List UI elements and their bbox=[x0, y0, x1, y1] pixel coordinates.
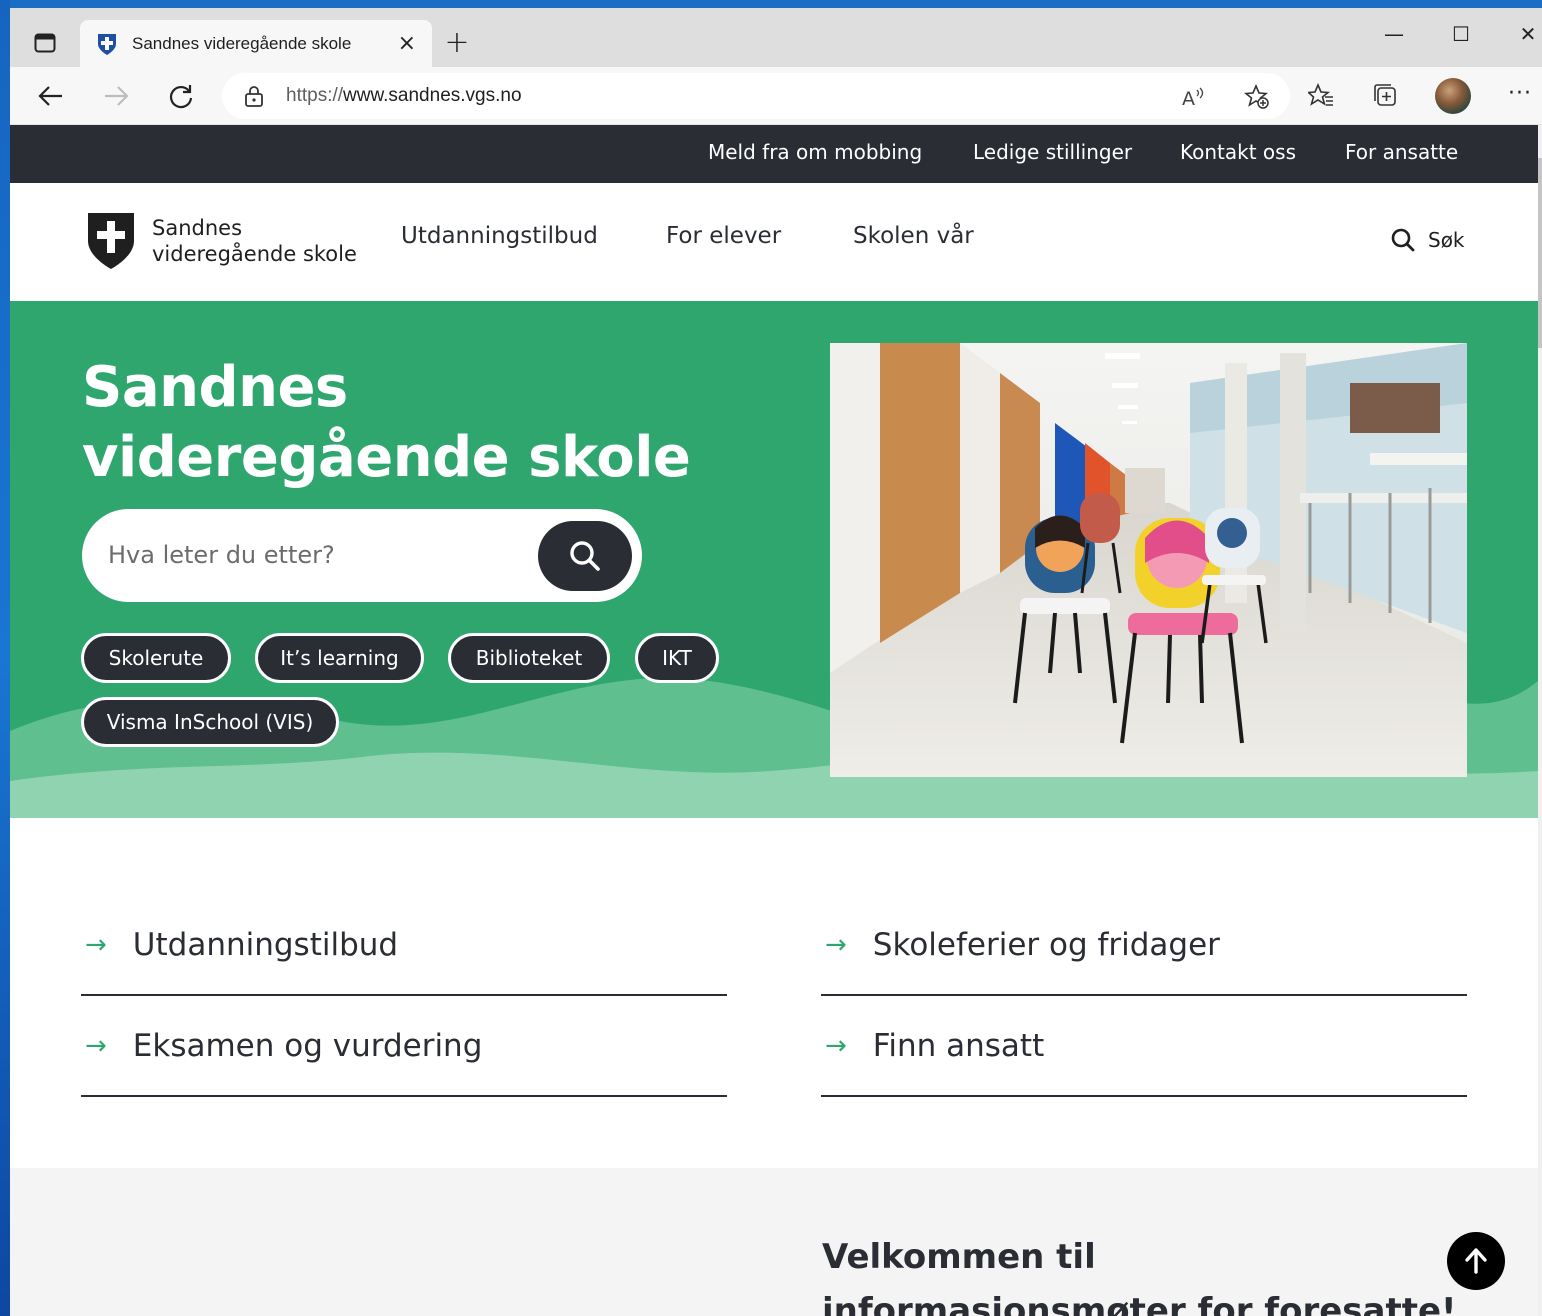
news-section: Velkommen til informasjonsmøter for fore… bbox=[10, 1168, 1538, 1316]
maximize-button[interactable]: ☐ bbox=[1441, 22, 1481, 52]
quick-link-label: Skoleferier og fridager bbox=[872, 926, 1220, 963]
arrow-up-icon bbox=[1465, 1248, 1487, 1274]
hero-section: Sandnes videregående skole Skolerute It’… bbox=[10, 301, 1538, 818]
nav-for-elever[interactable]: For elever bbox=[666, 223, 781, 249]
topbar-link-stillinger[interactable]: Ledige stillinger bbox=[973, 140, 1132, 164]
quick-link-eksamen[interactable]: → Eksamen og vurdering bbox=[81, 996, 727, 1097]
hero-photo-corridor bbox=[830, 343, 1467, 777]
hero-search-input[interactable] bbox=[108, 537, 528, 573]
tab-strip: Sandnes videregående skole × + — ☐ ✕ bbox=[10, 8, 1542, 67]
chip-biblioteket[interactable]: Biblioteket bbox=[448, 633, 610, 683]
quick-link-label: Finn ansatt bbox=[872, 1027, 1045, 1064]
topbar-link-ansatte[interactable]: For ansatte bbox=[1345, 140, 1458, 164]
school-shield-icon bbox=[98, 33, 116, 55]
nav-utdanningstilbud[interactable]: Utdanningstilbud bbox=[401, 223, 598, 249]
add-favorite-icon[interactable] bbox=[1244, 84, 1270, 110]
news-headline[interactable]: Velkommen til informasjonsmøter for fore… bbox=[822, 1230, 1462, 1316]
corridor-illustration bbox=[830, 343, 1467, 777]
logo-line-2: videregående skole bbox=[152, 242, 357, 266]
forward-icon[interactable] bbox=[97, 77, 135, 115]
tab-close-icon[interactable]: × bbox=[398, 31, 416, 56]
search-icon bbox=[1391, 228, 1415, 252]
nav-skolen-var[interactable]: Skolen vår bbox=[853, 223, 974, 249]
favorites-icon[interactable] bbox=[1308, 83, 1334, 109]
profile-avatar[interactable] bbox=[1435, 78, 1471, 114]
arrow-right-icon: → bbox=[825, 1030, 847, 1061]
topbar-link-mobbing[interactable]: Meld fra om mobbing bbox=[708, 140, 922, 164]
quick-link-skoleferier[interactable]: → Skoleferier og fridager bbox=[821, 895, 1467, 996]
chip-skolerute[interactable]: Skolerute bbox=[81, 633, 231, 683]
browser-toolbar: https://www.sandnes.vgs.no A ··· bbox=[10, 67, 1542, 125]
quick-link-label: Eksamen og vurdering bbox=[132, 1027, 483, 1064]
svg-text:A: A bbox=[1182, 88, 1195, 110]
search-label: Søk bbox=[1428, 228, 1465, 252]
minimize-button[interactable]: — bbox=[1374, 22, 1414, 52]
arrow-right-icon: → bbox=[825, 929, 847, 960]
header-search-button[interactable]: Søk bbox=[1390, 227, 1465, 253]
address-url[interactable]: https://www.sandnes.vgs.no bbox=[286, 85, 522, 107]
read-aloud-icon[interactable]: A bbox=[1180, 84, 1206, 110]
hero-search-button[interactable] bbox=[538, 521, 632, 591]
arrow-right-icon: → bbox=[85, 929, 107, 960]
more-options-icon[interactable]: ··· bbox=[1508, 81, 1532, 106]
school-logo-icon[interactable] bbox=[86, 211, 136, 271]
chip-visma-inschool[interactable]: Visma InSchool (VIS) bbox=[81, 697, 339, 747]
quick-link-finn-ansatt[interactable]: → Finn ansatt bbox=[821, 996, 1467, 1097]
close-window-button[interactable]: ✕ bbox=[1508, 22, 1542, 52]
utility-nav: Meld fra om mobbing Ledige stillinger Ko… bbox=[10, 125, 1538, 183]
topbar-link-kontakt[interactable]: Kontakt oss bbox=[1180, 140, 1296, 164]
chip-its-learning[interactable]: It’s learning bbox=[255, 633, 424, 683]
browser-tab-active[interactable]: Sandnes videregående skole × bbox=[80, 20, 432, 67]
chip-ikt[interactable]: IKT bbox=[635, 633, 719, 683]
refresh-icon[interactable] bbox=[162, 77, 200, 115]
hero-search-box bbox=[82, 509, 642, 602]
tab-actions-icon[interactable] bbox=[30, 28, 60, 58]
address-bar[interactable]: https://www.sandnes.vgs.no A bbox=[222, 73, 1290, 119]
school-logo-text[interactable]: Sandnes videregående skole bbox=[152, 215, 357, 267]
quick-links-section: → Utdanningstilbud → Skoleferier og frid… bbox=[10, 818, 1538, 1168]
back-icon[interactable] bbox=[32, 77, 70, 115]
new-tab-button[interactable]: + bbox=[442, 28, 472, 58]
logo-line-1: Sandnes bbox=[152, 216, 243, 240]
browser-window: Sandnes videregående skole × + — ☐ ✕ htt… bbox=[10, 8, 1542, 1316]
hero-title: Sandnes videregående skole bbox=[82, 355, 691, 490]
tab-title: Sandnes videregående skole bbox=[132, 33, 352, 53]
quick-link-utdanningstilbud[interactable]: → Utdanningstilbud bbox=[81, 895, 727, 996]
desktop-background-left bbox=[0, 0, 10, 1316]
collections-icon[interactable] bbox=[1373, 83, 1399, 109]
arrow-right-icon: → bbox=[85, 1030, 107, 1061]
page-scrollbar-thumb[interactable] bbox=[1538, 158, 1542, 348]
lock-icon[interactable] bbox=[244, 85, 264, 107]
search-icon bbox=[570, 541, 600, 571]
desktop-background-top bbox=[0, 0, 1542, 8]
back-to-top-button[interactable] bbox=[1447, 1232, 1505, 1290]
site-header: Sandnes videregående skole Utdanningstil… bbox=[10, 183, 1538, 301]
website: Meld fra om mobbing Ledige stillinger Ko… bbox=[10, 125, 1538, 1316]
quick-link-label: Utdanningstilbud bbox=[132, 926, 399, 963]
